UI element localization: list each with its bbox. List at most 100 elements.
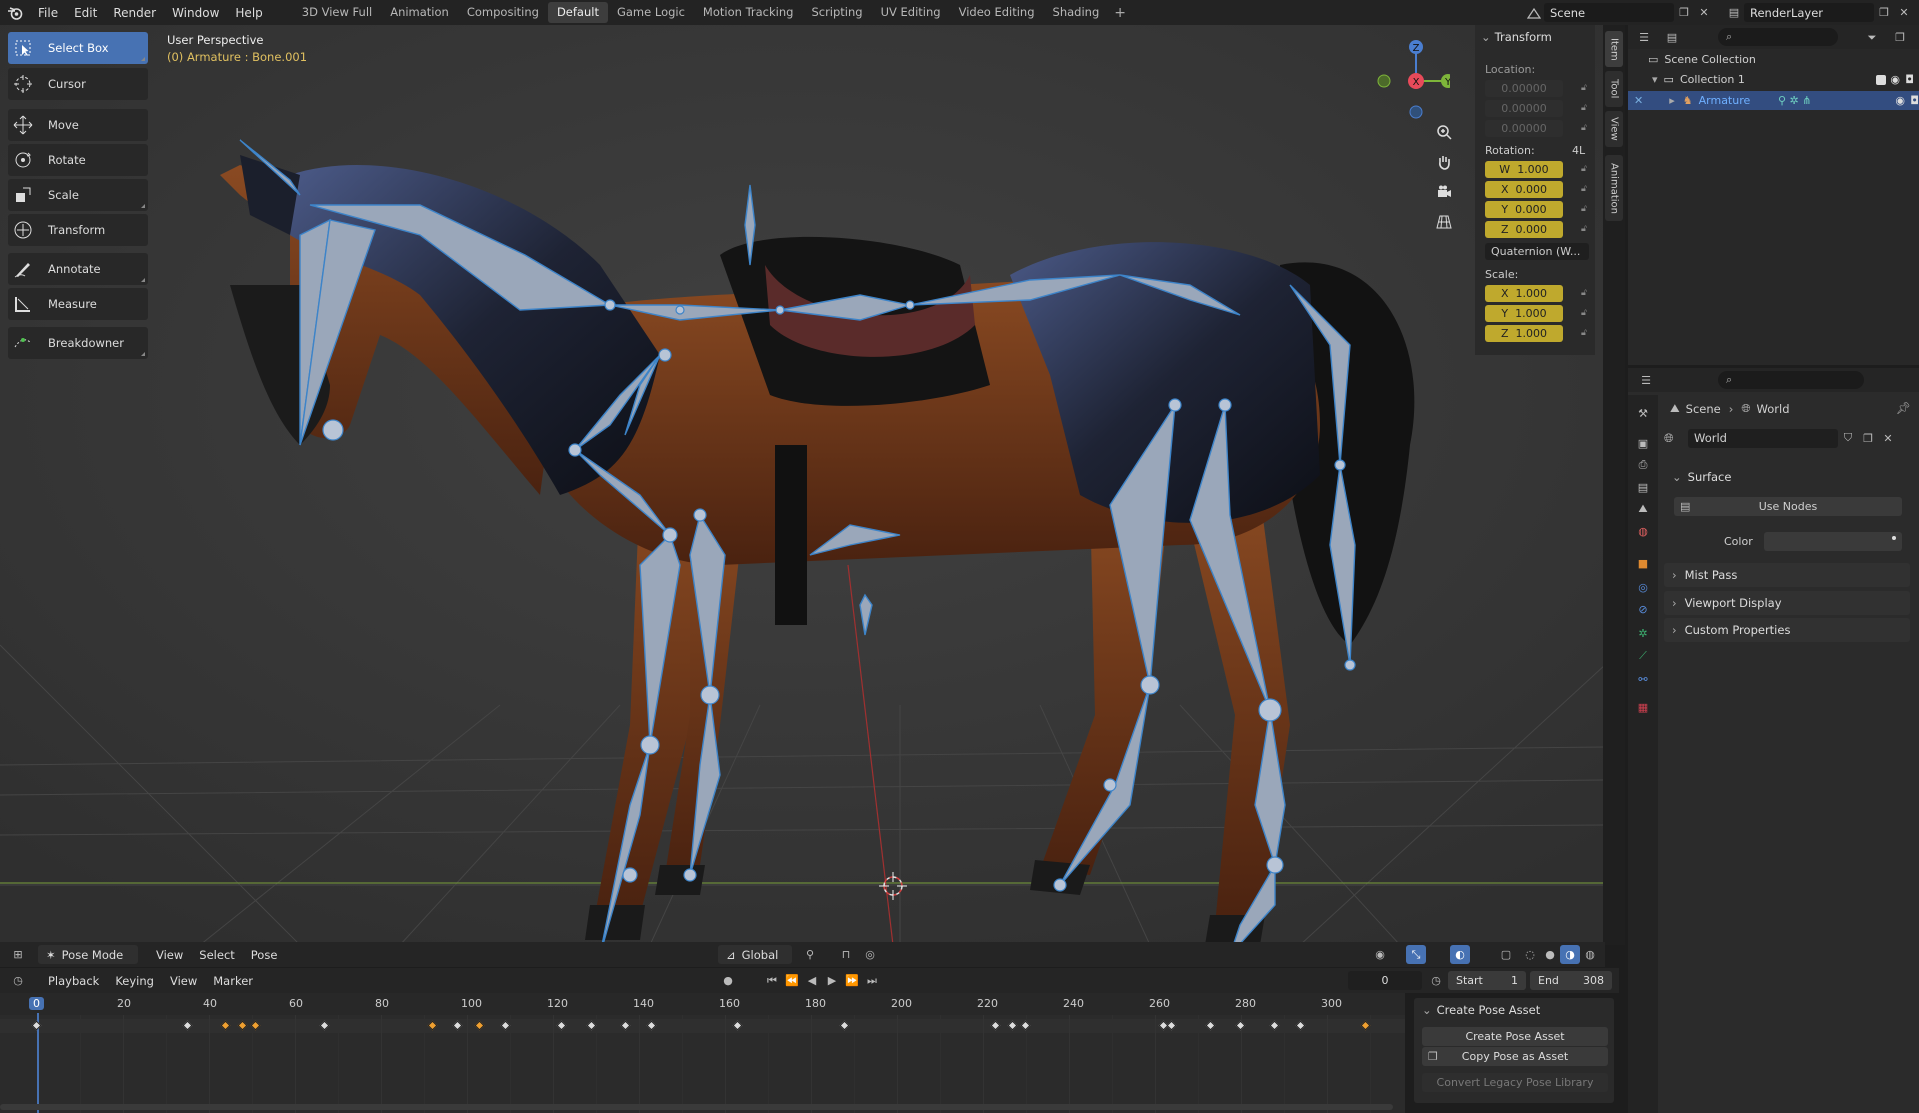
editor-type-icon[interactable]: ◷ bbox=[8, 971, 28, 990]
end-frame-field[interactable]: End 308 bbox=[1530, 971, 1612, 990]
scale-z-field[interactable]: Z 1.000 bbox=[1485, 325, 1563, 342]
jump-prev-keyframe-icon[interactable]: ⏪ bbox=[782, 971, 802, 990]
start-frame-field[interactable]: Start 1 bbox=[1448, 971, 1526, 990]
mode-dropdown[interactable]: ✶ Pose Mode bbox=[38, 945, 138, 964]
menu-view-timeline[interactable]: View bbox=[162, 974, 205, 988]
tab-tool[interactable]: Tool bbox=[1605, 71, 1623, 107]
tool-breakdowner[interactable]: Breakdowner bbox=[8, 327, 148, 359]
tool-transform[interactable]: Transform bbox=[8, 214, 148, 246]
editor-type-icon[interactable]: ☰ bbox=[1634, 28, 1654, 47]
delete-scene-icon[interactable]: ✕ bbox=[1694, 3, 1714, 22]
current-frame-field[interactable]: 0 bbox=[1348, 971, 1422, 990]
jump-end-icon[interactable]: ⏭ bbox=[862, 971, 882, 990]
location-y-field[interactable]: 0.00000 bbox=[1485, 100, 1563, 117]
armature-data-icon[interactable]: ⚲ ✲ ⋔ bbox=[1778, 94, 1811, 107]
viewport-display-panel-header[interactable]: › Viewport Display bbox=[1664, 591, 1910, 615]
outliner-row-scene-collection[interactable]: ▭ Scene Collection bbox=[1648, 53, 1756, 66]
armature-data-icon[interactable]: ✲ bbox=[1635, 625, 1651, 641]
surface-panel-header[interactable]: ⌄ Surface bbox=[1664, 465, 1910, 489]
menu-marker[interactable]: Marker bbox=[205, 974, 261, 988]
scale-y-field[interactable]: Y 1.000 bbox=[1485, 305, 1563, 322]
display-mode-icon[interactable]: ▤ bbox=[1662, 28, 1682, 47]
bone-constraints-icon[interactable]: ⚯ bbox=[1635, 671, 1651, 687]
tab-game-logic[interactable]: Game Logic bbox=[608, 2, 694, 23]
new-collection-icon[interactable]: ❐ bbox=[1890, 28, 1910, 47]
menu-render[interactable]: Render bbox=[105, 6, 164, 20]
pivot-icon[interactable]: ⚲ bbox=[800, 945, 820, 964]
rendered-shading-icon[interactable]: ◍ bbox=[1580, 945, 1600, 964]
world-browse-icon[interactable]: 🌐︎ bbox=[1664, 431, 1688, 446]
copy-pose-as-asset-button[interactable]: ❐ Copy Pose as Asset bbox=[1422, 1047, 1608, 1066]
camera-icon[interactable]: ◘ bbox=[1910, 94, 1919, 107]
properties-search-input[interactable]: ⌕ bbox=[1718, 371, 1864, 389]
rotation-lock-4l[interactable]: 4L bbox=[1572, 144, 1585, 157]
tool-measure[interactable]: Measure bbox=[8, 288, 148, 320]
tab-3d-view-full[interactable]: 3D View Full bbox=[293, 2, 381, 23]
rotation-y-field[interactable]: Y 0.000 bbox=[1485, 201, 1563, 218]
xray-icon[interactable]: ▢ bbox=[1496, 945, 1516, 964]
view-layer-properties-icon[interactable]: ▤ bbox=[1635, 479, 1651, 495]
tool-annotate[interactable]: Annotate bbox=[8, 253, 148, 285]
transform-panel-header[interactable]: ⌄ Transform bbox=[1481, 30, 1552, 44]
play-reverse-icon[interactable]: ◀ bbox=[802, 971, 822, 990]
overlays-toggle-icon[interactable]: ◐ bbox=[1450, 945, 1470, 964]
rotation-mode-dropdown[interactable]: Quaternion (W... bbox=[1485, 243, 1589, 260]
physics-properties-icon[interactable]: ◎ bbox=[1635, 579, 1651, 595]
clock-icon[interactable]: ◷ bbox=[1426, 971, 1446, 990]
scene-name-field[interactable]: Scene bbox=[1544, 3, 1674, 22]
rotation-z-field[interactable]: Z 0.000 bbox=[1485, 221, 1563, 238]
view-layer-field[interactable]: RenderLayer bbox=[1744, 3, 1874, 22]
eye-icon[interactable]: ◉ bbox=[1890, 73, 1900, 86]
color-field[interactable] bbox=[1764, 532, 1902, 551]
create-pose-asset-button[interactable]: Create Pose Asset bbox=[1422, 1027, 1608, 1046]
menu-select[interactable]: Select bbox=[191, 948, 242, 962]
scene-properties-icon[interactable]: ⛰︎ bbox=[1635, 501, 1651, 517]
tab-video-editing[interactable]: Video Editing bbox=[950, 2, 1044, 23]
tab-animation-sidebar[interactable]: Animation bbox=[1605, 155, 1623, 221]
world-properties-icon[interactable]: ◍ bbox=[1635, 523, 1651, 539]
pin-icon[interactable]: 📌︎ bbox=[1896, 401, 1911, 415]
tab-shading[interactable]: Shading bbox=[1044, 2, 1109, 23]
rotation-w-field[interactable]: W 1.000 bbox=[1485, 161, 1563, 178]
camera-icon[interactable]: ◘ bbox=[1905, 73, 1914, 86]
tool-select-box[interactable]: Select Box bbox=[8, 32, 148, 64]
tab-animation[interactable]: Animation bbox=[381, 2, 458, 23]
delete-view-layer-icon[interactable]: ✕ bbox=[1894, 3, 1914, 22]
record-icon[interactable]: ● bbox=[718, 971, 738, 990]
filter-icon[interactable]: ⏷ bbox=[1862, 28, 1882, 47]
fake-user-icon[interactable]: ⛉ bbox=[1838, 429, 1858, 448]
lock-icon[interactable]: 🔓︎ bbox=[1581, 164, 1591, 176]
menu-view[interactable]: View bbox=[148, 948, 191, 962]
unlink-icon[interactable]: ✕ bbox=[1878, 429, 1898, 448]
menu-file[interactable]: File bbox=[30, 6, 66, 20]
timeline-area[interactable]: 0 20 40 60 80 100 120 140 160 180 200 220 240 260 280 3… bbox=[0, 993, 1405, 1113]
lock-icon[interactable]: 🔓︎ bbox=[1581, 224, 1591, 236]
blender-logo-icon[interactable] bbox=[0, 0, 30, 25]
timeline-scrollbar[interactable] bbox=[0, 1104, 1393, 1110]
tab-scripting[interactable]: Scripting bbox=[802, 2, 871, 23]
outliner-search-input[interactable]: ⌕ bbox=[1718, 28, 1838, 46]
tab-item[interactable]: Item bbox=[1605, 31, 1623, 67]
lock-icon[interactable]: 🔓︎ bbox=[1581, 184, 1591, 196]
scale-x-field[interactable]: X 1.000 bbox=[1485, 285, 1563, 302]
gizmo-neg-y-axis[interactable] bbox=[1377, 74, 1391, 88]
editor-type-icon[interactable]: ☰ bbox=[1636, 371, 1656, 390]
menu-playback[interactable]: Playback bbox=[40, 974, 107, 988]
menu-pose[interactable]: Pose bbox=[243, 948, 286, 962]
menu-window[interactable]: Window bbox=[164, 6, 227, 20]
add-workspace-button[interactable]: + bbox=[1108, 5, 1132, 21]
custom-properties-panel-header[interactable]: › Custom Properties bbox=[1664, 618, 1910, 642]
menu-help[interactable]: Help bbox=[227, 6, 270, 20]
menu-edit[interactable]: Edit bbox=[66, 6, 105, 20]
outliner-row-armature[interactable]: ✕ ▸ ♞ Armature ⚲ ✲ ⋔ ◉ ◘ bbox=[1628, 91, 1919, 110]
eye-icon[interactable]: ◉ bbox=[1895, 94, 1905, 107]
create-pose-asset-header[interactable]: ⌄ Create Pose Asset bbox=[1422, 1003, 1540, 1017]
view-layer-icon[interactable]: ▤ bbox=[1724, 3, 1744, 22]
tool-move[interactable]: Move bbox=[8, 109, 148, 141]
new-view-layer-icon[interactable]: ❐ bbox=[1874, 3, 1894, 22]
jump-next-keyframe-icon[interactable]: ⏩ bbox=[842, 971, 862, 990]
render-properties-icon[interactable]: ▣ bbox=[1635, 435, 1651, 451]
outliner-row-collection[interactable]: ▾ ▭ Collection 1 ◉ ◘ bbox=[1652, 73, 1914, 86]
play-icon[interactable]: ▶ bbox=[822, 971, 842, 990]
lock-icon[interactable]: 🔓︎ bbox=[1581, 204, 1591, 216]
